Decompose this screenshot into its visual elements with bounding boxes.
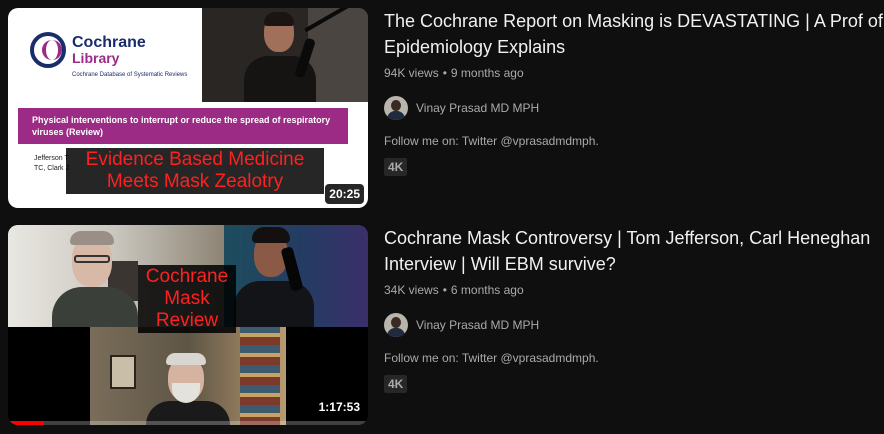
video-thumbnail-2[interactable]: Cochrane Mask Review 1:17:53 bbox=[8, 225, 368, 425]
bookshelf bbox=[240, 327, 280, 425]
video-info-2: Cochrane Mask Controversy | Tom Jefferso… bbox=[384, 225, 884, 393]
view-count: 34K views bbox=[384, 283, 439, 297]
watch-progress-bar bbox=[8, 421, 368, 425]
video-description: Follow me on: Twitter @vprasadmdmph. bbox=[384, 134, 599, 148]
video-title[interactable]: The Cochrane Report on Masking is DEVAST… bbox=[384, 8, 884, 60]
guest-webcam-2 bbox=[90, 327, 286, 425]
upload-age: 9 months ago bbox=[450, 66, 524, 80]
cochrane-library: Library bbox=[72, 50, 120, 66]
cochrane-logo-icon bbox=[30, 32, 66, 68]
video-meta: 34K views • 6 months ago bbox=[384, 283, 884, 299]
channel-link[interactable]: Vinay Prasad MD MPH bbox=[384, 96, 884, 120]
cochrane-subtitle: Cochrane Database of Systematic Reviews bbox=[72, 72, 188, 78]
channel-name[interactable]: Vinay Prasad MD MPH bbox=[416, 101, 539, 115]
video-title[interactable]: Cochrane Mask Controversy | Tom Jefferso… bbox=[384, 225, 884, 277]
thumbnail-overlay-text: Evidence Based Medicine Meets Mask Zealo… bbox=[66, 148, 324, 194]
video-result-2[interactable]: Cochrane Mask Review 1:17:53 Cochrane Ma… bbox=[8, 225, 884, 425]
duration-badge: 20:25 bbox=[325, 184, 364, 204]
cochrane-brand: Cochrane bbox=[72, 34, 146, 51]
channel-name[interactable]: Vinay Prasad MD MPH bbox=[416, 318, 539, 332]
presenter-webcam bbox=[202, 8, 368, 102]
watch-progress-fill bbox=[8, 421, 44, 425]
video-thumbnail-1[interactable]: Cochrane Library Cochrane Database of Sy… bbox=[8, 8, 368, 208]
quality-badge: 4K bbox=[384, 375, 408, 393]
thumbnail-overlay-text: Cochrane Mask Review bbox=[138, 265, 236, 333]
video-result-1[interactable]: Cochrane Library Cochrane Database of Sy… bbox=[8, 8, 884, 208]
channel-avatar[interactable] bbox=[384, 96, 408, 120]
separator-dot: • bbox=[442, 283, 447, 297]
quality-badge: 4K bbox=[384, 158, 408, 176]
channel-link[interactable]: Vinay Prasad MD MPH bbox=[384, 313, 884, 337]
duration-badge: 1:17:53 bbox=[314, 397, 364, 417]
host-webcam bbox=[224, 225, 368, 327]
upload-age: 6 months ago bbox=[450, 283, 524, 297]
picture-frame bbox=[110, 355, 136, 389]
separator-dot: • bbox=[442, 66, 447, 80]
video-info-1: The Cochrane Report on Masking is DEVAST… bbox=[384, 8, 884, 176]
channel-avatar[interactable] bbox=[384, 313, 408, 337]
glasses-icon bbox=[74, 255, 110, 263]
view-count: 94K views bbox=[384, 66, 439, 80]
review-title-banner: Physical interventions to interrupt or r… bbox=[18, 108, 348, 144]
video-description: Follow me on: Twitter @vprasadmdmph. bbox=[384, 351, 599, 365]
video-meta: 94K views • 9 months ago bbox=[384, 66, 884, 82]
